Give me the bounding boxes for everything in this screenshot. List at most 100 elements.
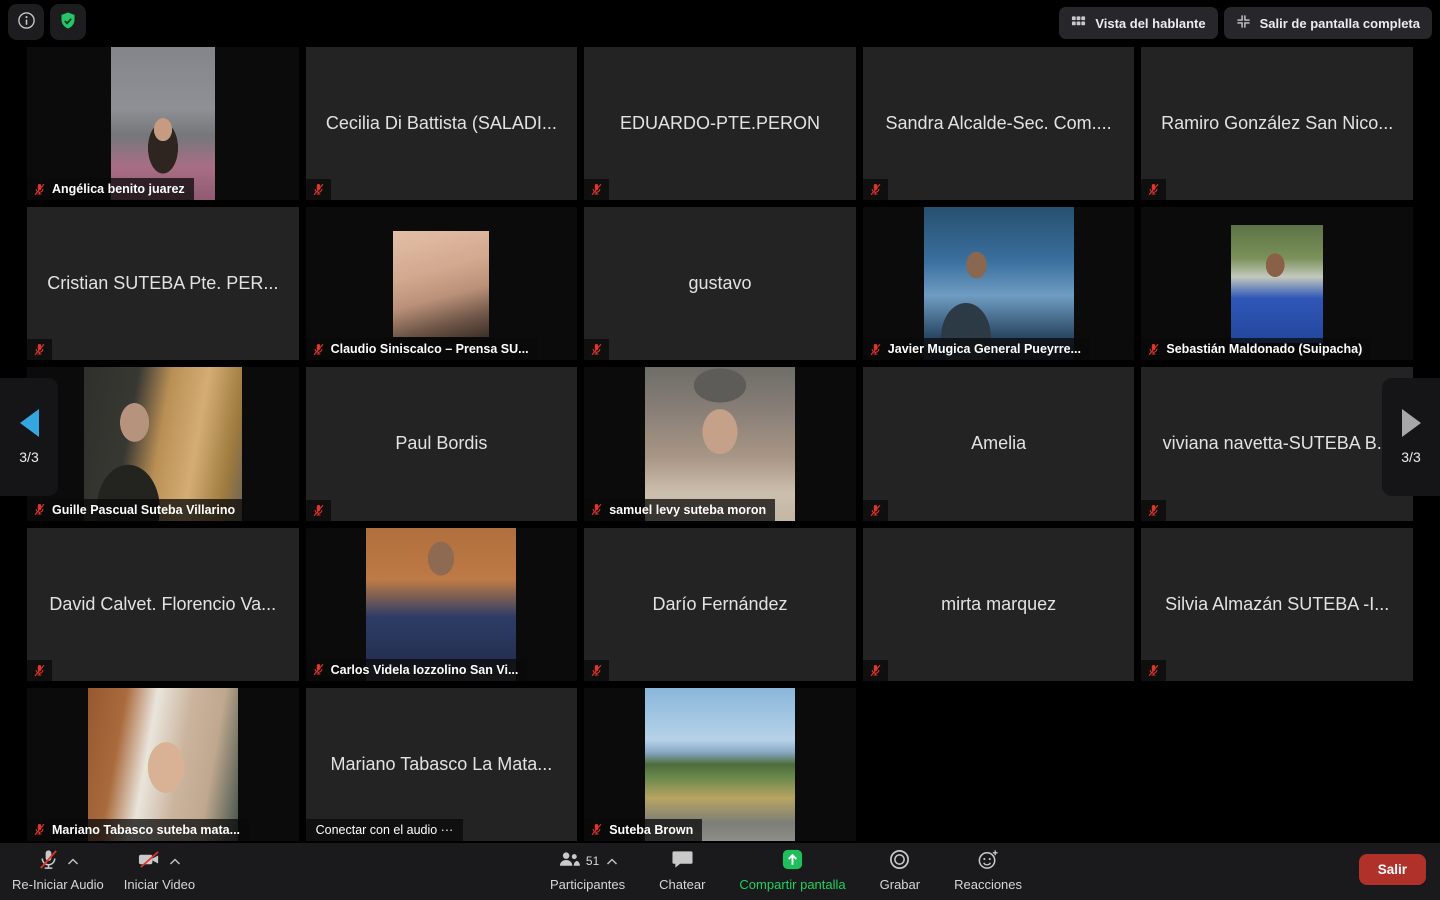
participants-caret[interactable] (606, 854, 618, 869)
mic-muted-icon (312, 183, 325, 196)
participant-name-text: Suteba Brown (609, 823, 693, 837)
mic-muted-icon (33, 343, 46, 356)
participant-name-centered: mirta marquez (863, 528, 1135, 681)
participant-name-centered: Paul Bordis (306, 367, 578, 520)
participant-tile[interactable]: David Calvet. Florencio Va... (27, 528, 299, 681)
grid-view-icon (1071, 14, 1086, 32)
exit-fullscreen-button[interactable]: Salir de pantalla completa (1224, 7, 1432, 39)
participant-name-label: Guille Pascual Suteba Villarino (27, 499, 244, 521)
participant-name-label: Mariano Tabasco suteba mata... (27, 819, 249, 841)
participant-name-text: Angélica benito juarez (52, 182, 185, 196)
participant-tile[interactable]: samuel levy suteba moron (584, 367, 856, 520)
mic-muted-icon (312, 343, 325, 356)
record-button[interactable]: Grabar (878, 848, 922, 892)
participant-name-label (863, 500, 888, 521)
mic-muted-icon (590, 183, 603, 196)
participant-tile[interactable]: Claudio Siniscalco – Prensa SU... (306, 207, 578, 360)
start-video-button[interactable]: Iniciar Video (122, 848, 197, 892)
speaker-view-button[interactable]: Vista del hablante (1059, 7, 1217, 39)
participant-tile[interactable]: Sebastián Maldonado (Suipacha) (1141, 207, 1413, 360)
security-button[interactable] (50, 4, 86, 40)
participant-video (1231, 225, 1323, 343)
participants-grid: Angélica benito juarez Cecilia Di Battist… (27, 47, 1413, 841)
participant-name-text: samuel levy suteba moron (609, 503, 766, 517)
mic-muted-icon (1147, 183, 1160, 196)
top-bar-right: Vista del hablante Salir de pantalla com… (1059, 7, 1432, 39)
mic-muted-icon (869, 343, 882, 356)
participant-name-label (27, 660, 52, 681)
participant-name-text: Javier Mugica General Pueyrre... (888, 342, 1081, 356)
participant-name-centered: EDUARDO-PTE.PERON (584, 47, 856, 200)
participant-tile[interactable]: Guille Pascual Suteba Villarino (27, 367, 299, 520)
mic-muted-icon (33, 664, 46, 677)
participant-name-label: Sebastián Maldonado (Suipacha) (1141, 338, 1371, 360)
participant-name-centered: Sandra Alcalde-Sec. Com.... (863, 47, 1135, 200)
participant-name-text: Guille Pascual Suteba Villarino (52, 503, 235, 517)
participant-tile[interactable]: Cecilia Di Battista (SALADI... (306, 47, 578, 200)
exit-fullscreen-label: Salir de pantalla completa (1260, 16, 1420, 31)
participant-tile[interactable]: Javier Mugica General Pueyrre... (863, 207, 1135, 360)
participant-tile[interactable]: Mariano Tabasco suteba mata... (27, 688, 299, 841)
audio-options-caret[interactable] (67, 854, 79, 869)
participant-tile[interactable]: Darío Fernández (584, 528, 856, 681)
mic-muted-icon (869, 504, 882, 517)
participants-label: Participantes (550, 877, 625, 892)
participant-tile[interactable]: Carlos Videla Iozzolino San Vi... (306, 528, 578, 681)
participant-tile[interactable]: EDUARDO-PTE.PERON (584, 47, 856, 200)
participant-tile[interactable]: Amelia (863, 367, 1135, 520)
speaker-view-label: Vista del hablante (1095, 16, 1205, 31)
mic-muted-icon (37, 848, 60, 874)
participant-name-text: Sebastián Maldonado (Suipacha) (1166, 342, 1362, 356)
participant-name-centered: Ramiro González San Nico... (1141, 47, 1413, 200)
participant-name-label: Suteba Brown (584, 819, 702, 841)
participant-tile[interactable]: Sandra Alcalde-Sec. Com.... (863, 47, 1135, 200)
next-page-button[interactable]: 3/3 (1382, 378, 1440, 496)
participants-icon (557, 849, 581, 873)
participant-tile[interactable]: Mariano Tabasco La Mata...Conectar con e… (306, 688, 578, 841)
video-options-caret[interactable] (169, 854, 181, 869)
toolbar-left-group: Re-Iniciar Audio Iniciar Video (10, 848, 197, 892)
participant-tile[interactable]: Paul Bordis (306, 367, 578, 520)
participant-tile[interactable]: Cristian SUTEBA Pte. PER... (27, 207, 299, 360)
participant-name-text: Carlos Videla Iozzolino San Vi... (331, 663, 519, 677)
reactions-button[interactable]: Reacciones (952, 848, 1024, 892)
share-screen-button[interactable]: Compartir pantalla (737, 848, 847, 892)
participant-name-label: Javier Mugica General Pueyrre... (863, 338, 1090, 360)
previous-page-button[interactable]: 3/3 (0, 378, 58, 496)
participant-name-label (863, 179, 888, 200)
participant-name-label: Conectar con el audio ··· (306, 819, 464, 841)
participant-name-label: Angélica benito juarez (27, 178, 194, 200)
participant-tile[interactable]: Ramiro González San Nico... (1141, 47, 1413, 200)
reactions-icon (976, 848, 1000, 874)
top-bar: Vista del hablante Salir de pantalla com… (0, 0, 1440, 44)
participant-name-label (306, 500, 331, 521)
right-arrow-icon (1402, 409, 1421, 437)
participant-name-centered: gustavo (584, 207, 856, 360)
meeting-info-button[interactable] (8, 4, 44, 40)
participants-button[interactable]: 51 Participantes (548, 848, 627, 892)
participant-name-label: Claudio Siniscalco – Prensa SU... (306, 338, 538, 360)
participant-tile[interactable]: mirta marquez (863, 528, 1135, 681)
participant-tile[interactable]: Suteba Brown (584, 688, 856, 841)
participant-name-text: Mariano Tabasco suteba mata... (52, 823, 240, 837)
page-indicator: 3/3 (19, 449, 38, 465)
mic-muted-icon (1147, 343, 1160, 356)
participant-name-centered: Silvia Almazán SUTEBA -I... (1141, 528, 1413, 681)
participant-tile[interactable]: Silvia Almazán SUTEBA -I... (1141, 528, 1413, 681)
mic-muted-icon (590, 664, 603, 677)
reactions-label: Reacciones (954, 877, 1022, 892)
mic-muted-icon (33, 823, 46, 836)
share-screen-label: Compartir pantalla (739, 877, 845, 892)
unmute-audio-button[interactable]: Re-Iniciar Audio (10, 848, 106, 892)
participant-name-label: samuel levy suteba moron (584, 499, 775, 521)
participant-tile[interactable]: viviana navetta-SUTEBA B... (1141, 367, 1413, 520)
participant-name-label (584, 179, 609, 200)
mic-muted-icon (1147, 664, 1160, 677)
participant-tile[interactable]: gustavo (584, 207, 856, 360)
chat-button[interactable]: Chatear (657, 848, 707, 892)
leave-meeting-button[interactable]: Salir (1359, 854, 1426, 885)
participant-name-centered: Darío Fernández (584, 528, 856, 681)
participant-tile[interactable]: Angélica benito juarez (27, 47, 299, 200)
mic-muted-icon (33, 503, 46, 516)
participant-name-label (863, 660, 888, 681)
